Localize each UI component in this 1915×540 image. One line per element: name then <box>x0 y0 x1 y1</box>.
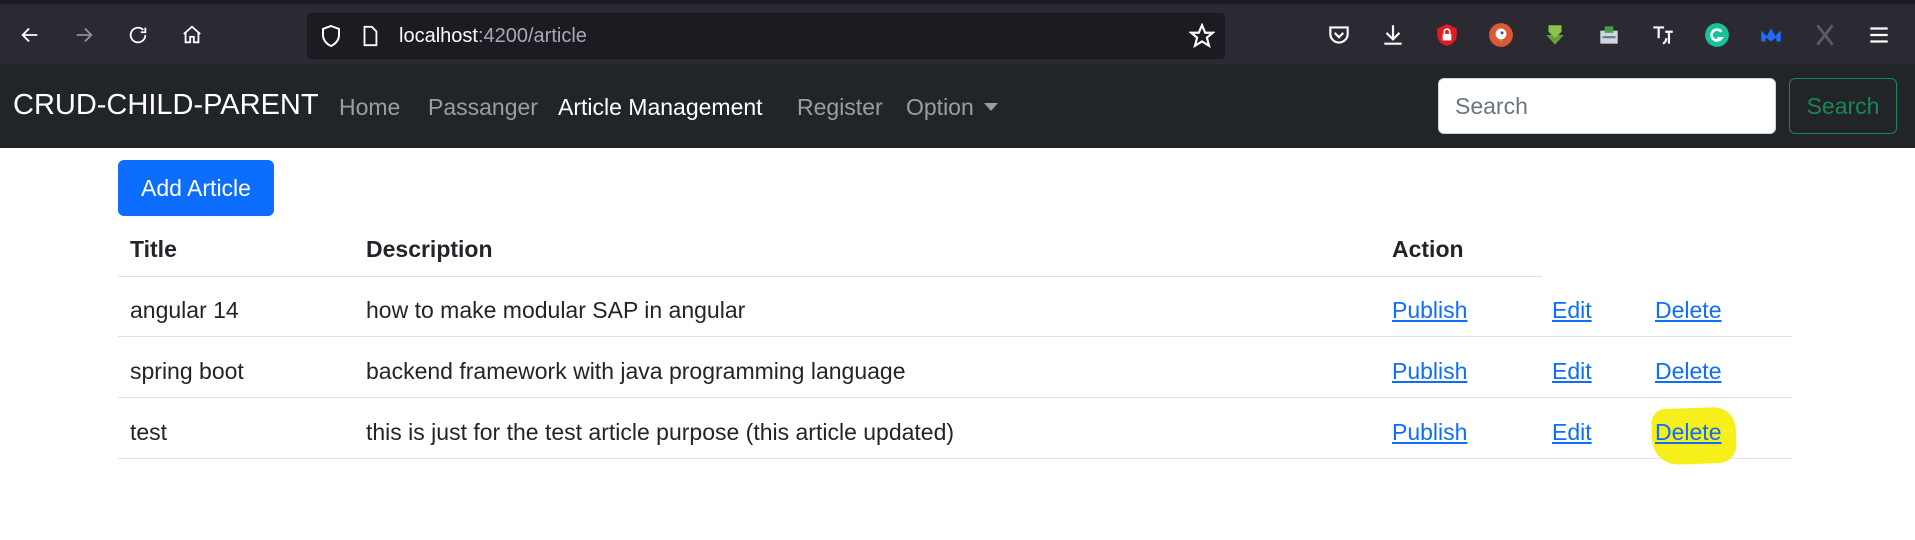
row-divider <box>118 397 1792 398</box>
row-title: angular 14 <box>130 297 239 323</box>
add-article-button[interactable]: Add Article <box>118 160 274 216</box>
caret-down-icon <box>983 103 998 111</box>
delete-link[interactable]: Delete <box>1655 357 1721 385</box>
back-icon[interactable] <box>13 18 47 52</box>
star-icon[interactable] <box>1188 22 1216 54</box>
column-header-title: Title <box>130 236 177 262</box>
forward-icon[interactable] <box>67 18 101 52</box>
translate-icon[interactable] <box>1649 21 1677 49</box>
search-input[interactable] <box>1438 78 1776 134</box>
nav-link-home[interactable]: Home <box>339 93 400 121</box>
malwarebytes-icon[interactable] <box>1757 21 1785 49</box>
row-divider <box>118 458 1792 459</box>
nav-dropdown-option[interactable]: Option <box>906 93 998 121</box>
home-icon[interactable] <box>175 18 209 52</box>
brand-link[interactable]: CRUD-CHILD-PARENT <box>13 88 319 122</box>
url-bar[interactable]: localhost:4200/article <box>307 13 1225 59</box>
nav-link-register[interactable]: Register <box>797 93 883 121</box>
edit-link[interactable]: Edit <box>1552 418 1592 446</box>
column-header-description: Description <box>366 236 493 262</box>
url-path: :4200/article <box>477 25 587 47</box>
arrow-down-icon[interactable] <box>1541 21 1569 49</box>
delete-link[interactable]: Delete <box>1655 296 1721 324</box>
row-title: test <box>130 419 168 445</box>
nav-link-passanger[interactable]: Passanger <box>428 93 538 121</box>
grammarly-icon[interactable] <box>1703 21 1731 49</box>
browser-toolbar: localhost:4200/article <box>0 0 1915 64</box>
page-icon <box>359 25 381 52</box>
download-icon[interactable] <box>1379 21 1407 49</box>
duckduckgo-icon[interactable] <box>1487 21 1515 49</box>
menu-icon[interactable] <box>1865 21 1893 49</box>
row-description: how to make modular SAP in angular <box>366 297 746 323</box>
edit-link[interactable]: Edit <box>1552 296 1592 324</box>
url-text[interactable]: localhost:4200/article <box>399 25 587 47</box>
app-navbar: CRUD-CHILD-PARENT Home Passanger Article… <box>0 64 1915 148</box>
url-host: localhost <box>399 25 478 47</box>
row-title: spring boot <box>130 358 244 384</box>
adblock-icon[interactable] <box>1433 21 1461 49</box>
publish-link[interactable]: Publish <box>1392 357 1467 385</box>
nav-link-article-management[interactable]: Article Management <box>558 93 763 121</box>
extension-icon[interactable] <box>1595 21 1623 49</box>
row-divider <box>118 336 1792 337</box>
pocket-icon[interactable] <box>1325 21 1353 49</box>
publish-link[interactable]: Publish <box>1392 296 1467 324</box>
nav-dropdown-label: Option <box>906 94 974 120</box>
search-button[interactable]: Search <box>1789 78 1897 134</box>
reload-icon[interactable] <box>121 18 155 52</box>
row-description: this is just for the test article purpos… <box>366 419 955 445</box>
column-header-action: Action <box>1392 236 1464 262</box>
delete-link-highlighted[interactable]: Delete <box>1655 418 1721 446</box>
header-divider <box>118 276 1542 277</box>
row-description: backend framework with java programming … <box>366 358 906 384</box>
publish-link[interactable]: Publish <box>1392 418 1467 446</box>
x-icon[interactable] <box>1811 21 1839 49</box>
edit-link[interactable]: Edit <box>1552 357 1592 385</box>
shield-icon[interactable] <box>319 24 343 53</box>
